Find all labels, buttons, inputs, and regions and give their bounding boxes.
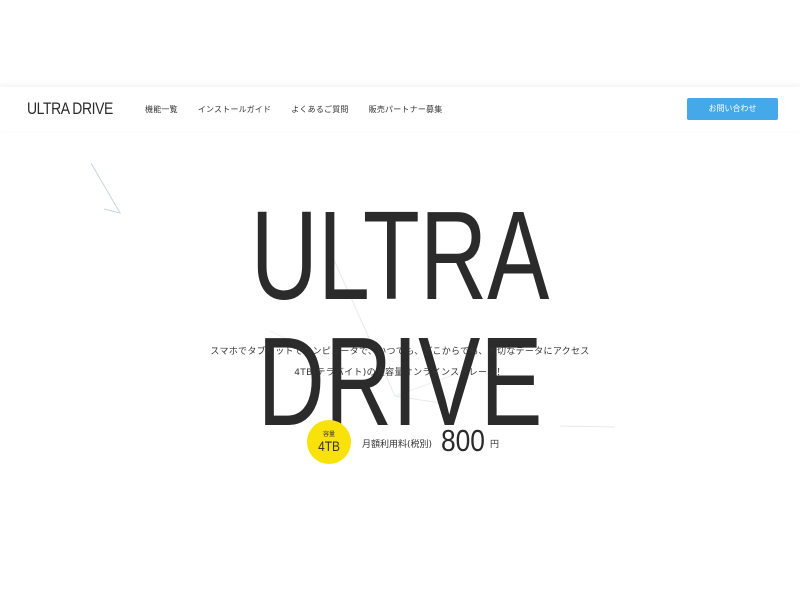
top-blank-area xyxy=(0,0,800,87)
contact-button[interactable]: お問い合わせ xyxy=(687,98,778,120)
nav-item-features[interactable]: 機能一覧 xyxy=(145,104,178,115)
site-logo[interactable]: ULTRA DRIVE xyxy=(27,99,113,119)
nav-item-partner-recruitment[interactable]: 販売パートナー募集 xyxy=(369,104,443,115)
nav-item-install-guide[interactable]: インストールガイド xyxy=(198,104,271,115)
capacity-value: 4TB xyxy=(318,438,340,454)
main-nav: 機能一覧 インストールガイド よくあるご質問 販売パートナー募集 xyxy=(145,104,442,115)
site-header: ULTRA DRIVE 機能一覧 インストールガイド よくあるご質問 販売パート… xyxy=(0,87,800,131)
capacity-label: 容量 xyxy=(322,431,335,438)
price-value: 800 xyxy=(441,423,485,458)
price-unit: 円 xyxy=(490,440,500,450)
nav-item-faq[interactable]: よくあるご質問 xyxy=(291,104,348,115)
hero-description-line1: スマホでタブレットでコンピュータで、いつでも、どこからでも、大切なデータにアクセ… xyxy=(210,347,590,357)
hero-description-line2: 4TB(テラバイト)の大容量オンラインストレージ！ xyxy=(294,368,506,378)
capacity-badge: 容量 4TB xyxy=(307,420,351,464)
price-label: 月額利用料(税別) xyxy=(362,440,433,450)
hero-title: ULTRA DRIVE xyxy=(250,185,550,452)
